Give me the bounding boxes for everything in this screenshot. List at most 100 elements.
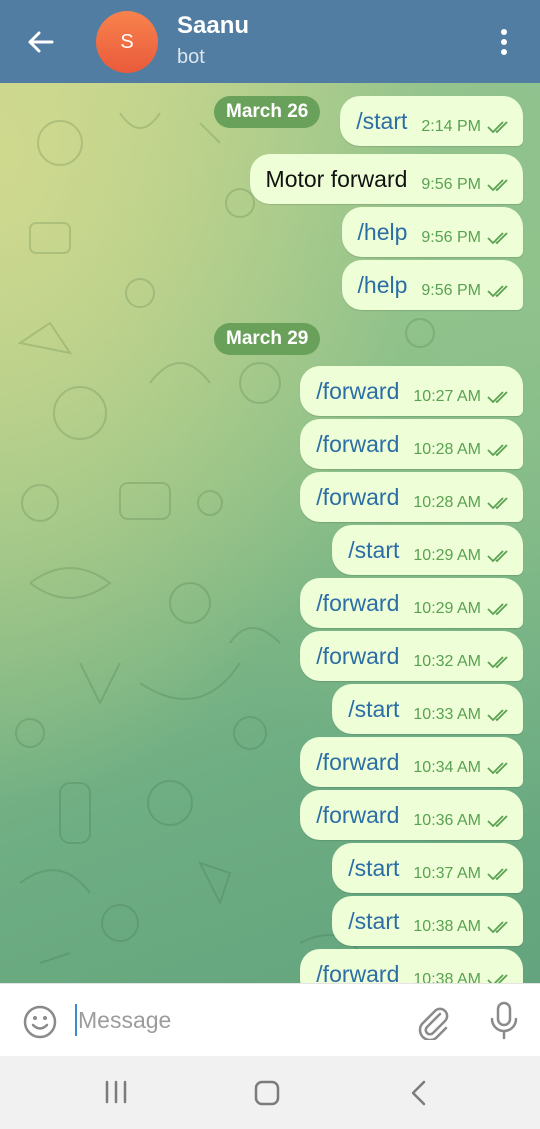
system-navigation-bar [0, 1056, 540, 1129]
message-meta: 10:38 AM [413, 971, 511, 983]
home-button[interactable] [252, 1078, 282, 1108]
avatar[interactable]: S [96, 11, 158, 73]
message-meta: 10:27 AM [413, 388, 511, 406]
message-time: 10:33 AM [413, 706, 481, 723]
message-command[interactable]: /forward [316, 643, 399, 670]
message-bubble[interactable]: /start 10:33 AM [332, 684, 523, 734]
message-bubble[interactable]: /help 9:56 PM [341, 260, 523, 310]
system-back-button[interactable] [405, 1078, 433, 1108]
message-time: 10:37 AM [413, 865, 481, 882]
message-command[interactable]: /forward [316, 378, 399, 405]
message-command[interactable]: /start [348, 696, 399, 723]
more-vertical-icon [501, 29, 507, 55]
chat-title[interactable]: Saanu [177, 12, 249, 40]
message-time: 10:36 AM [413, 812, 481, 829]
date-separator: March 26 [214, 96, 321, 128]
message-time: 10:38 AM [413, 971, 481, 983]
message-text: Motor forward [265, 165, 408, 192]
voice-button[interactable] [487, 1000, 521, 1040]
message-time: 10:28 AM [413, 441, 481, 458]
double-check-icon [487, 868, 508, 881]
message-command[interactable]: /forward [316, 590, 399, 617]
message-command[interactable]: /start [348, 537, 399, 564]
message-command[interactable]: /start [348, 908, 399, 935]
double-check-icon [487, 815, 508, 828]
double-check-icon [487, 762, 508, 775]
message-time: 10:29 AM [413, 547, 481, 564]
message-meta: 10:28 AM [413, 494, 511, 512]
emoji-button[interactable] [22, 1004, 58, 1040]
double-check-icon [487, 232, 508, 245]
message-composer [0, 983, 540, 1056]
double-check-icon [487, 391, 508, 404]
message-command[interactable]: /forward [316, 484, 399, 511]
date-separator: March 29 [214, 323, 321, 355]
message-meta: 10:36 AM [413, 812, 511, 830]
message-meta: 10:32 AM [413, 653, 511, 671]
message-command[interactable]: /start [356, 108, 407, 135]
message-meta: 9:56 PM [421, 229, 511, 247]
message-command[interactable]: /forward [316, 961, 399, 984]
message-time: 9:56 PM [421, 282, 481, 299]
text-cursor [75, 1004, 77, 1036]
back-chevron-icon [411, 1080, 426, 1106]
message-meta: 10:37 AM [413, 865, 511, 883]
message-meta: 10:29 AM [413, 600, 511, 618]
message-bubble[interactable]: /forward 10:34 AM [300, 737, 523, 787]
double-check-icon [487, 603, 508, 616]
message-bubble[interactable]: /forward 10:27 AM [300, 366, 523, 416]
message-meta: 10:38 AM [413, 918, 511, 936]
double-check-icon [487, 121, 508, 134]
back-button[interactable] [18, 22, 62, 62]
attach-button[interactable] [413, 1002, 451, 1042]
message-time: 10:29 AM [413, 600, 481, 617]
message-bubble[interactable]: /start 10:38 AM [332, 896, 523, 946]
message-command[interactable]: /forward [316, 431, 399, 458]
message-time: 10:28 AM [413, 494, 481, 511]
chat-area[interactable]: March 26 March 29 /start 2:14 PM Motor f… [0, 83, 540, 983]
message-command[interactable]: /start [348, 855, 399, 882]
message-bubble[interactable]: Motor forward 9:56 PM [249, 154, 523, 204]
message-bubble[interactable]: /forward 10:28 AM [300, 419, 523, 469]
message-meta: 10:33 AM [413, 706, 511, 724]
paperclip-icon [418, 1007, 449, 1042]
message-bubble[interactable]: /start 10:29 AM [332, 525, 523, 575]
arrow-left-icon [28, 31, 54, 53]
emoji-icon [23, 1005, 57, 1039]
double-check-icon [487, 974, 508, 983]
message-bubble[interactable]: /start 10:37 AM [332, 843, 523, 893]
microphone-icon [490, 1001, 518, 1040]
message-command[interactable]: /forward [316, 749, 399, 776]
double-check-icon [487, 179, 508, 192]
message-time: 10:27 AM [413, 388, 481, 405]
double-check-icon [487, 921, 508, 934]
message-bubble[interactable]: /help 9:56 PM [341, 207, 523, 257]
message-bubble[interactable]: /forward 10:28 AM [300, 472, 523, 522]
message-meta: 9:56 PM [421, 282, 511, 300]
message-meta: 2:14 PM [421, 118, 511, 136]
message-meta: 10:34 AM [413, 759, 511, 777]
message-bubble[interactable]: /start 2:14 PM [340, 96, 523, 146]
message-bubble[interactable]: /forward 10:36 AM [300, 790, 523, 840]
double-check-icon [487, 497, 508, 510]
message-time: 2:14 PM [421, 118, 481, 135]
message-input[interactable] [78, 1002, 398, 1038]
home-icon [254, 1080, 280, 1106]
message-command[interactable]: /help [358, 219, 408, 246]
message-command[interactable]: /help [358, 272, 408, 299]
message-meta: 9:56 PM [421, 176, 511, 194]
message-time: 9:56 PM [421, 229, 481, 246]
recent-apps-button[interactable] [100, 1078, 132, 1106]
double-check-icon [487, 550, 508, 563]
message-command[interactable]: /forward [316, 802, 399, 829]
chat-subtitle: bot [177, 46, 205, 68]
double-check-icon [487, 709, 508, 722]
message-time: 10:38 AM [413, 918, 481, 935]
message-bubble[interactable]: /forward 10:38 AM [300, 949, 523, 983]
chat-header: S Saanu bot [0, 0, 540, 83]
message-bubble[interactable]: /forward 10:32 AM [300, 631, 523, 681]
message-time: 9:56 PM [421, 176, 481, 193]
message-time: 10:34 AM [413, 759, 481, 776]
menu-button[interactable] [488, 22, 520, 62]
message-bubble[interactable]: /forward 10:29 AM [300, 578, 523, 628]
